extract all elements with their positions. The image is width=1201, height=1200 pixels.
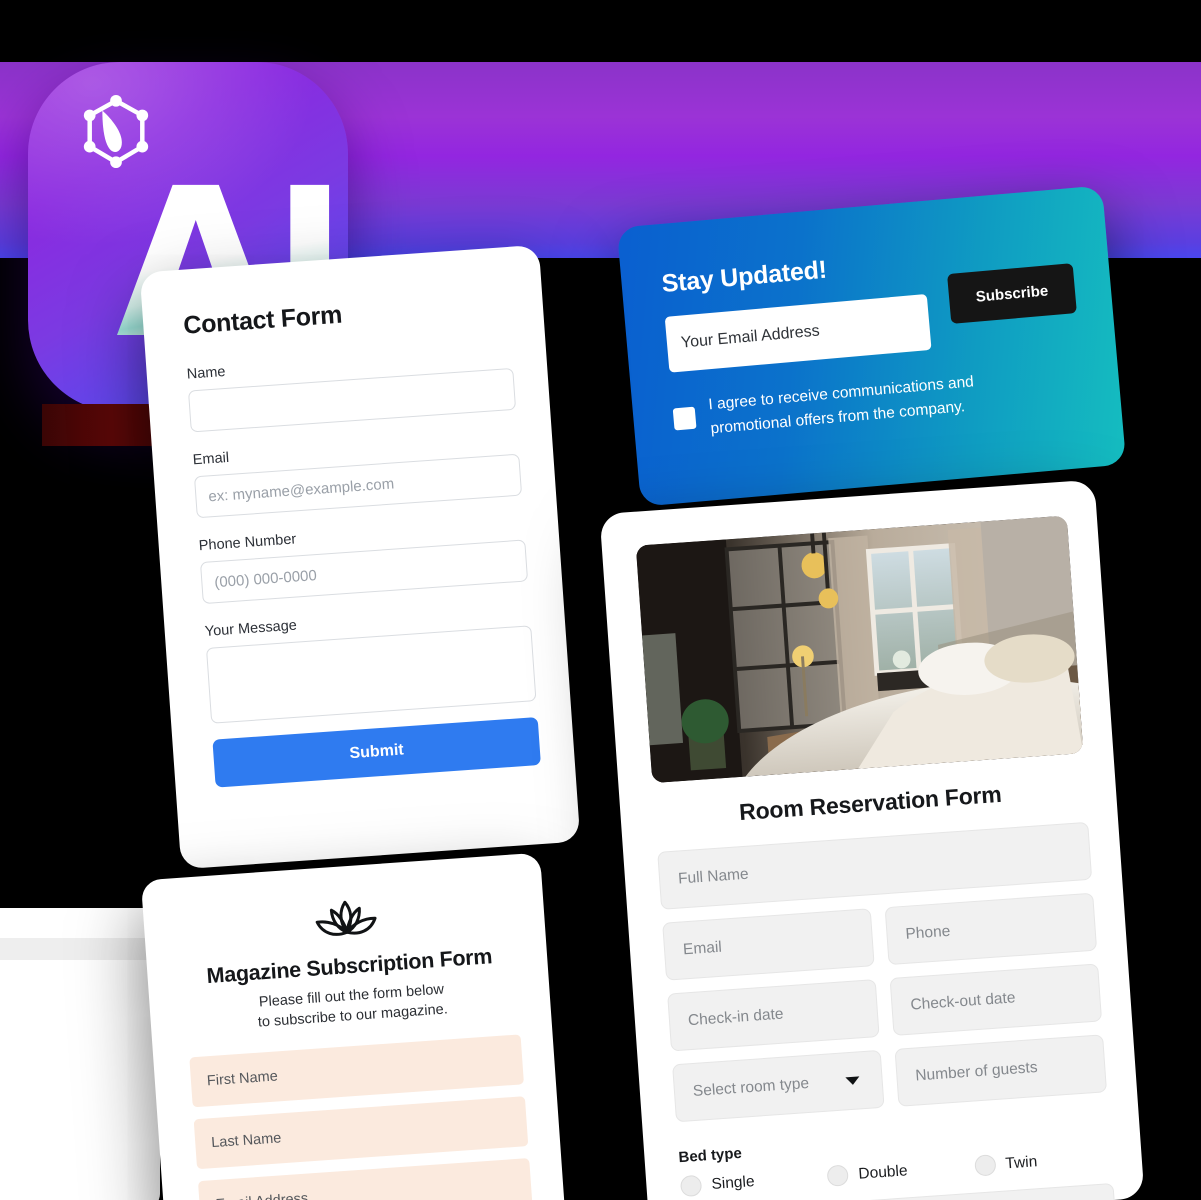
magazine-lastname-input[interactable]: Last Name	[193, 1096, 529, 1170]
bed-option-single[interactable]: Single	[679, 1167, 818, 1198]
bed-option-twin-label: Twin	[1004, 1152, 1038, 1172]
partial-card-left	[0, 908, 160, 1200]
contact-phone-placeholder: (000) 000-0000	[213, 566, 318, 591]
bed-option-double[interactable]: Double	[826, 1156, 965, 1187]
newsletter-email-input[interactable]: Your Email Address	[664, 293, 932, 373]
newsletter-card: Stay Updated! Your Email Address Subscri…	[616, 185, 1127, 507]
magazine-subscription-card: Magazine Subscription Form Please fill o…	[140, 852, 570, 1200]
room-type-label: Select room type	[692, 1074, 810, 1101]
radio-icon[interactable]	[679, 1174, 703, 1198]
magazine-firstname-input[interactable]: First Name	[189, 1034, 524, 1108]
bed-option-twin[interactable]: Twin	[973, 1146, 1112, 1177]
bed-option-single-label: Single	[710, 1172, 756, 1193]
contact-email-placeholder: ex: myname@example.com	[207, 474, 395, 505]
screenshot-stage: AI Stay Updated! Your Email Address Subs…	[0, 0, 1201, 1200]
hotel-bedroom-photo	[635, 515, 1084, 784]
newsletter-consent-row[interactable]: I agree to receive communications and pr…	[672, 361, 1086, 445]
subscribe-button[interactable]: Subscribe	[947, 263, 1077, 324]
newsletter-email-placeholder: Your Email Address	[680, 322, 821, 352]
room-reservation-card: Room Reservation Form Full Name Email Ph…	[599, 479, 1145, 1200]
room-phone-input[interactable]: Phone	[884, 892, 1098, 966]
room-email-input[interactable]: Email	[662, 908, 875, 981]
partial-card-bar	[0, 938, 160, 960]
consent-text: I agree to receive communications and pr…	[707, 373, 975, 438]
chevron-down-icon	[845, 1076, 860, 1086]
bed-option-double-label: Double	[857, 1161, 909, 1183]
room-form-title: Room Reservation Form	[738, 780, 1003, 826]
contact-form-title: Contact Form	[182, 300, 343, 340]
lotus-icon	[315, 900, 377, 936]
consent-checkbox[interactable]	[672, 406, 697, 431]
contact-message-textarea[interactable]	[205, 625, 537, 724]
radio-icon[interactable]	[973, 1154, 997, 1177]
contact-form-card: Contact Form Name Email ex: myname@examp…	[139, 244, 581, 870]
contact-submit-button[interactable]: Submit	[212, 717, 541, 788]
radio-icon[interactable]	[826, 1164, 850, 1187]
